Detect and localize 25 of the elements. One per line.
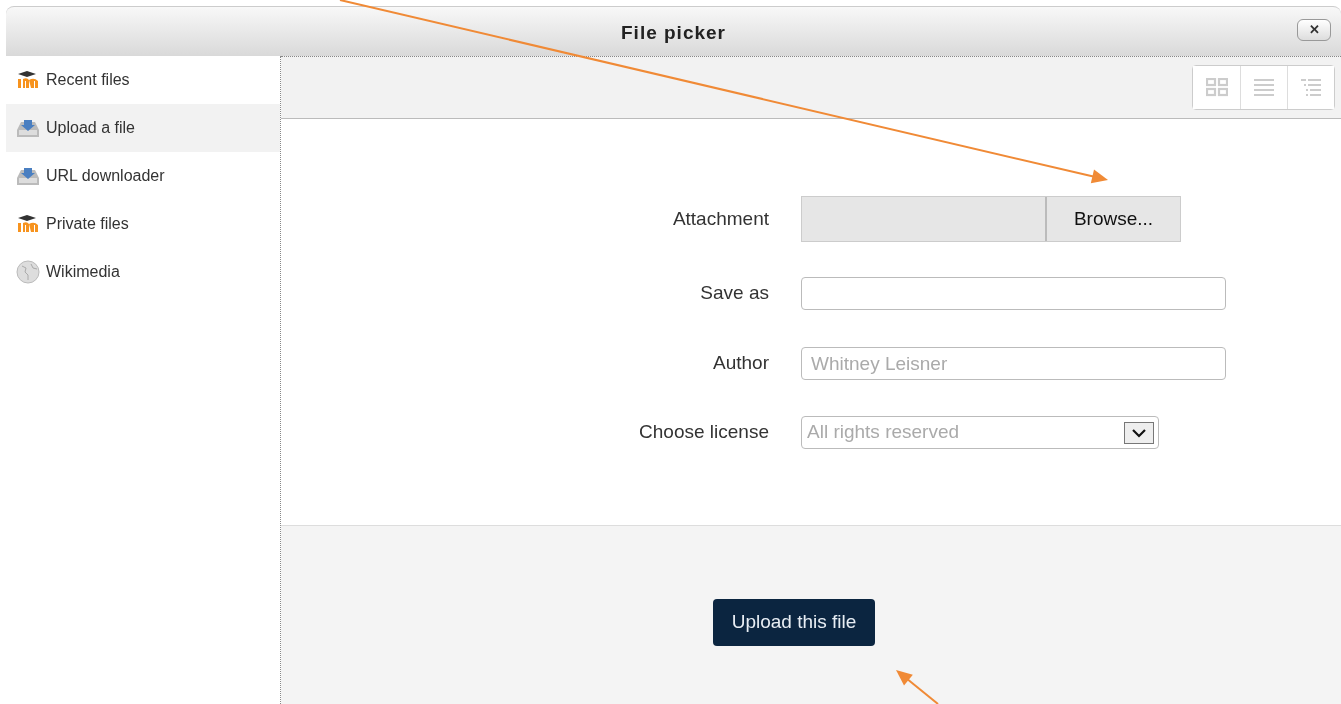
close-button[interactable]: ✕ [1297,19,1331,41]
field-label: Choose license [638,420,770,445]
sidebar-item[interactable]: Recent files [6,56,280,104]
sidebar-item[interactable]: URL downloader [6,152,280,200]
graduation-cap-icon [16,71,40,89]
list-view-icon [1253,78,1275,97]
grid-view-icon [1205,78,1228,97]
window-title: File picker [621,21,726,46]
tree-view-icon [1300,78,1322,97]
sidebar-item[interactable]: Private files [6,200,280,248]
upload-button[interactable]: Upload this file [712,599,876,646]
annotation-arrow [896,670,939,704]
field-label: Save as [699,281,770,306]
field-label: Attachment [671,206,770,231]
graduation-cap-icon [16,215,40,233]
upload-tray-icon [16,166,40,186]
sidebar-item[interactable]: Wikimedia [6,248,280,296]
sidebar-item[interactable]: Upload a file [6,104,280,152]
upload-tray-icon [16,118,40,138]
file-field[interactable]: Browse... [801,196,1181,242]
globe-icon [16,260,40,284]
field-label: Author [712,351,770,376]
view-button[interactable] [1287,66,1334,109]
caret-icon [1124,421,1154,444]
input-field[interactable] [801,277,1226,310]
